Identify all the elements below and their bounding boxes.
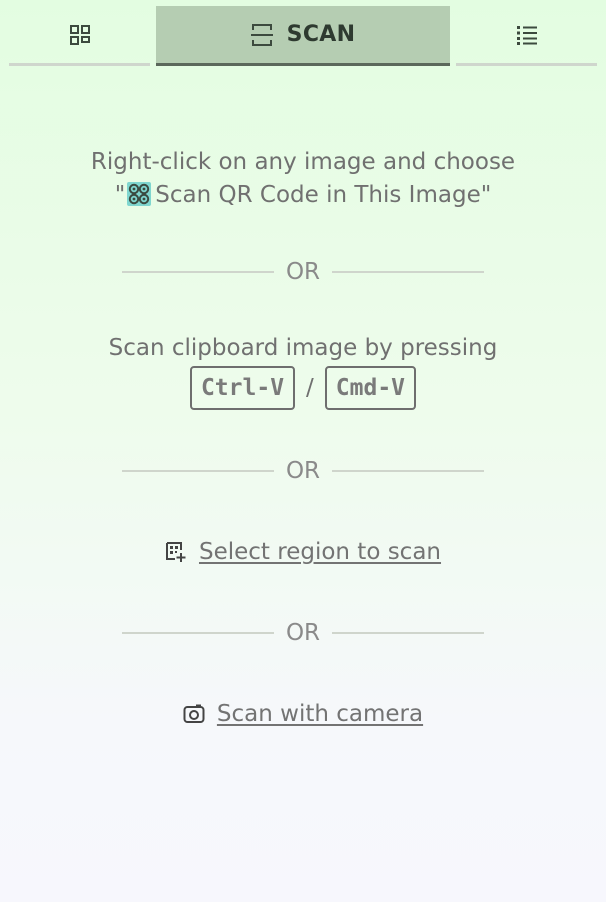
hint-line-2: " Scan QR Code in This Image" <box>0 179 606 212</box>
tab-generate[interactable] <box>9 6 150 66</box>
camera-icon <box>183 704 205 723</box>
tab-scan-label: SCAN <box>286 22 356 47</box>
or-separator-1: OR <box>122 257 484 287</box>
qr-extension-icon <box>127 182 152 206</box>
cmd-v-key: Cmd-V <box>324 366 417 410</box>
ctrl-v-key: Ctrl-V <box>189 366 296 410</box>
key-divider: / <box>306 375 314 401</box>
clipboard-hint: Scan clipboard image by pressing <box>0 332 606 365</box>
region-scan-icon <box>165 542 186 562</box>
tab-history[interactable] <box>456 6 597 66</box>
open-quote: " <box>114 182 126 208</box>
or-separator-2: OR <box>122 456 484 486</box>
tab-bar: SCAN <box>0 6 606 66</box>
or-separator-3: OR <box>122 618 484 648</box>
clipboard-shortcuts: Ctrl-V / Cmd-V <box>0 365 606 411</box>
hint-menu-item-text: Scan QR Code in This Image <box>155 182 481 208</box>
clipboard-text: Scan clipboard image by pressing <box>108 335 498 361</box>
hint-line-1: Right-click on any image and choose <box>90 149 516 175</box>
separator-line <box>332 271 484 273</box>
separator-line <box>332 632 484 634</box>
close-quote: " <box>480 182 492 208</box>
context-menu-hint: Right-click on any image and choose " Sc… <box>0 146 606 212</box>
list-icon <box>516 25 537 45</box>
select-region-row: Select region to scan <box>0 535 606 569</box>
qr-grid-icon <box>69 24 90 45</box>
scan-camera-link[interactable]: Scan with camera <box>217 701 423 727</box>
select-region-link[interactable]: Select region to scan <box>199 539 441 565</box>
scan-icon <box>250 23 273 46</box>
camera-row: Scan with camera <box>0 697 606 731</box>
separator-line <box>332 470 484 472</box>
tab-scan[interactable]: SCAN <box>156 6 450 66</box>
